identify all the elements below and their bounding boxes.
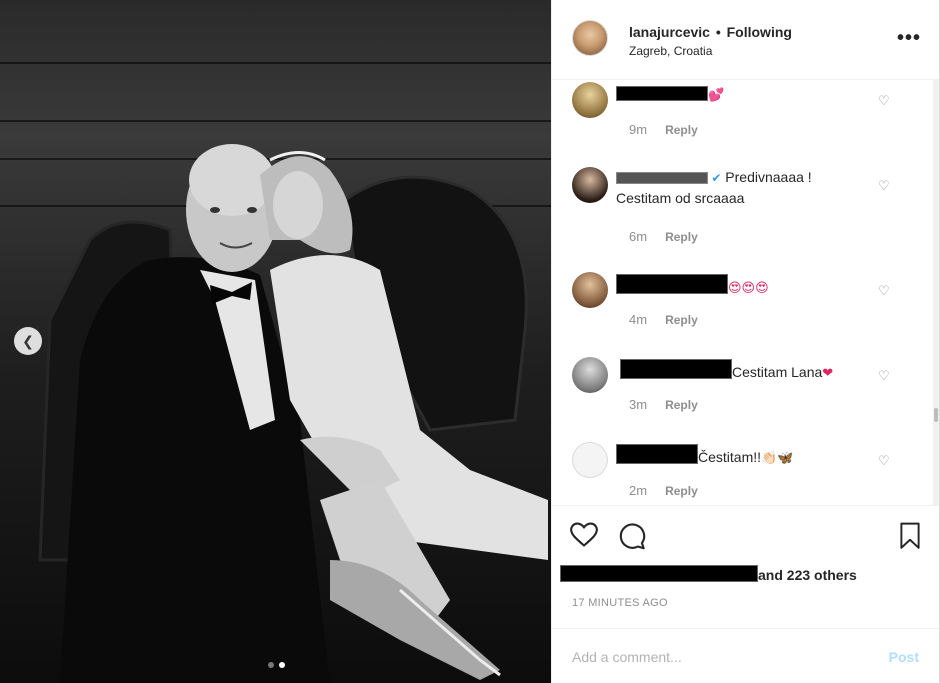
comment-text: ✔ Predivnaaaa ! Cestitam od srcaaaa [616, 167, 812, 208]
comment-meta: 3m Reply [629, 397, 698, 412]
more-icon[interactable]: ••• [897, 28, 921, 48]
comment-emoji: 👏🏻🦋 [761, 451, 794, 466]
comment-heart-icon[interactable]: ♡ [878, 368, 890, 384]
chevron-left-icon[interactable]: ❮ [14, 327, 42, 355]
post-timestamp[interactable]: 17 MINUTES AGO [572, 597, 668, 609]
comment-content: Cestitam Lana [732, 364, 823, 380]
post-actions [552, 505, 939, 565]
avatar[interactable] [572, 272, 608, 308]
comment-time: 3m [629, 397, 648, 412]
bookmark-icon[interactable] [899, 522, 921, 550]
comment-meta: 4m Reply [629, 312, 698, 327]
location-link[interactable]: Zagreb, Croatia [629, 44, 712, 58]
avatar[interactable] [572, 357, 608, 393]
post-author: lanajurcevic • Following [629, 24, 792, 40]
comment-text: Čestitam!!👏🏻🦋 [616, 444, 793, 469]
scrollbar-thumb[interactable] [934, 408, 938, 422]
carousel-dot-active [279, 662, 285, 668]
carousel-indicator [268, 662, 285, 668]
comment-heart-icon[interactable]: ♡ [878, 178, 890, 194]
redacted-username [616, 86, 708, 101]
comment-item: 💕 ♡ 9m Reply [552, 80, 939, 165]
reply-button[interactable]: Reply [665, 123, 698, 137]
comment-time: 9m [629, 122, 648, 137]
comment-heart-icon[interactable]: ♡ [878, 93, 890, 109]
redacted-username [620, 359, 732, 379]
likes-text: and 223 others [758, 567, 857, 583]
following-button[interactable]: Following [727, 24, 792, 40]
likes-count[interactable]: and 223 others [560, 565, 857, 583]
comment-meta: 6m Reply [629, 229, 698, 244]
comment-item: ✔ Predivnaaaa ! Cestitam od srcaaaa ♡ 6m… [552, 165, 939, 265]
carousel-dot [268, 662, 274, 668]
comment-text: Cestitam Lana❤ [616, 359, 833, 384]
separator: • [715, 24, 721, 40]
comment-emoji: ❤ [822, 366, 834, 381]
post-photo: ❮ [0, 0, 551, 683]
comment-emoji: 😍😍😍 [728, 281, 769, 296]
redacted-liker [560, 565, 758, 582]
comment-time: 4m [629, 312, 648, 327]
comment-content: Predivnaaaa ! [725, 169, 812, 185]
username-link[interactable]: lanajurcevic [629, 24, 710, 40]
comment-time: 6m [629, 229, 648, 244]
post-header: lanajurcevic • Following Zagreb, Croatia… [552, 0, 939, 80]
add-comment-bar: Add a comment... Post [552, 628, 939, 683]
comments-scrollbar[interactable] [933, 80, 939, 505]
reply-button[interactable]: Reply [665, 313, 698, 327]
avatar[interactable] [572, 442, 608, 478]
comment-emoji: 💕 [708, 88, 725, 103]
comment-item: 😍😍😍 ♡ 4m Reply [552, 270, 939, 350]
reply-button[interactable]: Reply [665, 398, 698, 412]
reply-button[interactable]: Reply [665, 484, 698, 498]
comment-heart-icon[interactable]: ♡ [878, 453, 890, 469]
comment-heart-icon[interactable]: ♡ [878, 283, 890, 299]
avatar[interactable] [572, 167, 608, 203]
post-side-panel: lanajurcevic • Following Zagreb, Croatia… [551, 0, 940, 683]
redacted-username [616, 444, 698, 464]
redacted-username [616, 172, 708, 184]
comment-meta: 2m Reply [629, 483, 698, 498]
avatar[interactable] [572, 20, 608, 56]
verified-badge-icon: ✔ [708, 171, 722, 185]
comment-icon[interactable] [618, 522, 646, 550]
comment-input[interactable]: Add a comment... [572, 649, 682, 665]
comment-text: 💕 [616, 84, 724, 106]
avatar[interactable] [572, 82, 608, 118]
comment-text: 😍😍😍 [616, 274, 769, 299]
heart-icon[interactable] [570, 522, 598, 548]
comment-item: Čestitam!!👏🏻🦋 ♡ 2m Reply [552, 440, 939, 505]
post-button[interactable]: Post [889, 649, 919, 665]
comment-item: Cestitam Lana❤ ♡ 3m Reply [552, 355, 939, 435]
comment-content: Čestitam!! [698, 449, 762, 465]
redacted-username [616, 274, 728, 294]
wedding-photo [38, 144, 548, 683]
comment-time: 2m [629, 483, 648, 498]
reply-button[interactable]: Reply [665, 230, 698, 244]
comment-meta: 9m Reply [629, 122, 698, 137]
comment-content-line2: Cestitam od srcaaaa [616, 190, 745, 206]
